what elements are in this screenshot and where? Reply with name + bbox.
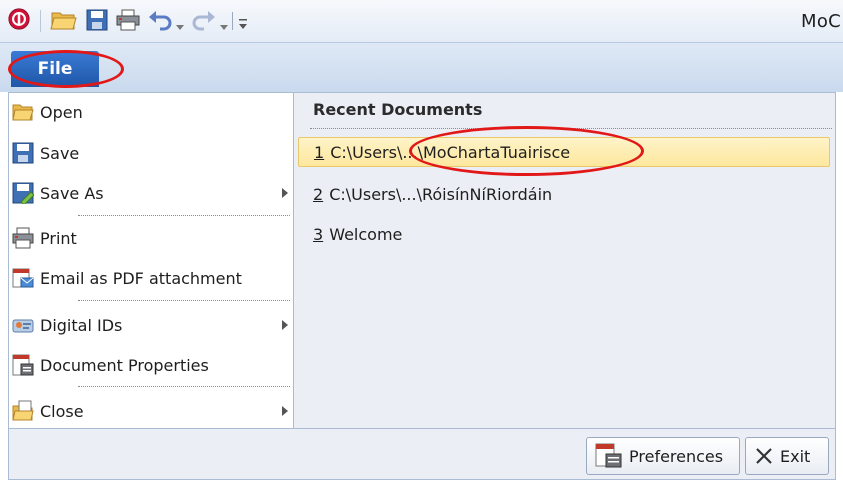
exit-button[interactable]: Exit: [745, 437, 829, 475]
close-icon: [756, 448, 772, 464]
menu-item-label: Save: [40, 143, 80, 163]
menu-item-label: Print: [40, 228, 77, 248]
save-icon[interactable]: [86, 9, 108, 31]
menu-item-label: Open: [40, 102, 83, 122]
menu-item-label: Close: [40, 401, 84, 421]
print-icon[interactable]: [116, 9, 140, 31]
menu-separator: [78, 386, 290, 387]
menu-item-email-pdf[interactable]: Email as PDF attachment: [12, 263, 290, 293]
preferences-button[interactable]: Preferences: [586, 437, 740, 475]
recent-document-item[interactable]: 2 C:\Users\...\RóisínNíRiordáin: [298, 179, 830, 209]
menu-item-print[interactable]: Print: [12, 223, 290, 253]
preferences-label: Preferences: [629, 446, 724, 466]
digital-ids-icon: [12, 319, 34, 333]
menu-item-document-properties[interactable]: Document Properties: [12, 350, 290, 380]
submenu-arrow-icon: [282, 188, 288, 198]
recent-document-number: 3: [313, 224, 324, 244]
recent-document-path: C:\Users\...\RóisínNíRiordáin: [329, 184, 553, 204]
menu-item-close[interactable]: Close: [12, 396, 290, 426]
toolbar-divider: [232, 12, 233, 30]
recent-document-path: Welcome: [329, 224, 403, 244]
menu-item-label: Digital IDs: [40, 315, 123, 335]
menu-item-open[interactable]: Open: [12, 97, 290, 127]
menu-item-label: Save As: [40, 183, 104, 203]
submenu-arrow-icon: [282, 320, 288, 330]
undo-dropdown-icon[interactable]: [176, 17, 184, 39]
customize-toolbar-icon[interactable]: [238, 13, 248, 35]
annotation-circle-recent-document: [409, 126, 644, 176]
toolbar-divider: [40, 10, 41, 32]
menu-item-digital-ids[interactable]: Digital IDs: [12, 310, 290, 340]
print-icon: [12, 227, 34, 249]
menu-item-label: Email as PDF attachment: [40, 268, 242, 288]
recent-documents-title: Recent Documents: [313, 100, 483, 119]
quick-access-toolbar: MoC: [0, 0, 843, 42]
menu-separator: [78, 215, 290, 216]
ribbon-tab-strip: File: [0, 42, 843, 93]
open-folder-icon: [12, 104, 34, 121]
submenu-arrow-icon: [282, 406, 288, 416]
annotation-circle-file-tab: [8, 50, 124, 88]
menu-item-save[interactable]: Save: [12, 138, 290, 168]
email-pdf-icon: [12, 268, 34, 288]
menu-item-label: Document Properties: [40, 355, 209, 375]
close-document-icon: [12, 400, 34, 421]
recent-document-number: 2: [313, 184, 324, 204]
save-as-icon: [12, 182, 34, 204]
undo-icon[interactable]: [148, 9, 172, 31]
redo-dropdown-icon[interactable]: [220, 17, 228, 39]
redo-icon[interactable]: [192, 9, 216, 31]
save-icon: [12, 142, 34, 164]
menu-separator: [78, 300, 290, 301]
exit-label: Exit: [780, 446, 811, 466]
app-logo-icon[interactable]: [6, 8, 32, 30]
recent-document-number: 1: [314, 142, 325, 162]
menu-item-save-as[interactable]: Save As: [12, 178, 290, 208]
document-properties-icon: [12, 354, 34, 376]
open-folder-icon[interactable]: [50, 9, 78, 31]
preferences-icon: [595, 443, 622, 468]
recent-document-item[interactable]: 3 Welcome: [298, 219, 830, 249]
window-title: MoC: [800, 11, 841, 32]
